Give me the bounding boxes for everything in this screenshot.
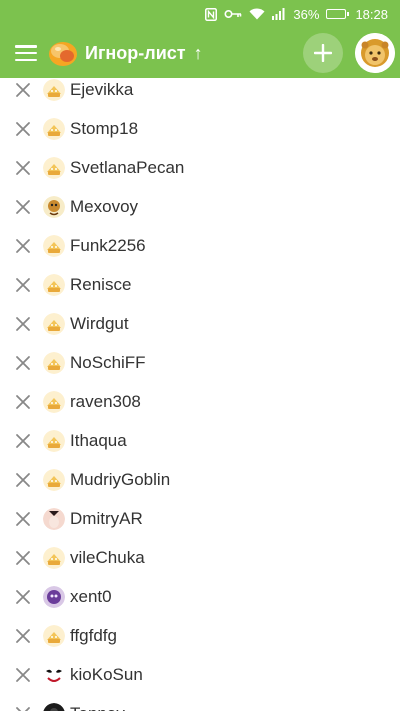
username[interactable]: Wirdgut [70,314,129,334]
list-item-ffgfdfg: ffgfdfg [0,616,400,655]
list-item-ithaqua: Ithaqua [0,421,400,460]
avatar[interactable] [43,312,65,335]
list-item-noschiff: NoSchiFF [0,343,400,382]
list-item-mexovoy: Mexovoy [0,187,400,226]
nfc-icon [205,7,218,21]
close-icon[interactable] [12,508,34,530]
username[interactable]: Ejevikka [70,80,133,100]
plus-icon [314,44,332,62]
username[interactable]: raven308 [70,392,141,412]
battery-percent: 36% [293,6,320,22]
username[interactable]: vileChuka [70,548,145,568]
avatar[interactable] [43,429,65,452]
close-icon[interactable] [12,703,34,711]
close-icon[interactable] [12,547,34,569]
avatar[interactable] [43,546,65,569]
battery-icon [326,9,350,19]
username[interactable]: ffgfdfg [70,626,117,646]
avatar[interactable] [43,468,65,491]
close-icon[interactable] [12,664,34,686]
list-item-svetlanapecan: SvetlanaPecan [0,148,400,187]
avatar[interactable] [43,390,65,413]
username[interactable]: Stomp18 [70,119,138,139]
username[interactable]: kioKoSun [70,665,143,685]
list-item-kiokosun: kioKoSun [0,655,400,694]
close-icon[interactable] [12,430,34,452]
avatar[interactable] [43,273,65,296]
close-icon[interactable] [12,157,34,179]
username[interactable]: Funk2256 [70,236,146,256]
avatar[interactable] [43,234,65,257]
key-icon [224,9,242,19]
app-bar: Игнор-лист ↑ [0,28,400,78]
username[interactable]: Renisce [70,275,131,295]
add-button[interactable] [303,33,343,73]
close-icon[interactable] [12,196,34,218]
list-item-renisce: Renisce [0,265,400,304]
username[interactable]: DmitryAR [70,509,143,529]
username[interactable]: Tonnay [70,704,125,711]
hamburger-menu-icon[interactable] [15,45,37,61]
list-item-vilechuka: vileChuka [0,538,400,577]
list-item-raven308: raven308 [0,382,400,421]
avatar[interactable] [43,78,65,101]
avatar[interactable] [43,663,65,686]
avatar[interactable] [43,624,65,647]
close-icon[interactable] [12,469,34,491]
close-icon[interactable] [12,118,34,140]
avatar[interactable] [43,702,65,711]
page-title: Игнор-лист [85,42,186,63]
close-icon[interactable] [12,391,34,413]
close-icon[interactable] [12,625,34,647]
status-bar: 36% 18:28 [0,0,400,28]
ignore-list[interactable]: Ejevikka Stomp18 SvetlanaPecan Mexovoy F… [0,78,400,711]
arrow-up-icon[interactable]: ↑ [194,43,203,64]
list-item-stomp18: Stomp18 [0,109,400,148]
list-item-ejevikka: Ejevikka [0,78,400,109]
list-item-funk2256: Funk2256 [0,226,400,265]
list-item-xent0: xent0 [0,577,400,616]
avatar[interactable] [43,585,65,608]
username[interactable]: xent0 [70,587,112,607]
username[interactable]: Mexovoy [70,197,138,217]
close-icon[interactable] [12,79,34,101]
wifi-icon [249,8,265,20]
username[interactable]: MudriyGoblin [70,470,170,490]
clock: 18:28 [355,6,388,22]
avatar[interactable] [43,195,65,218]
username[interactable]: Ithaqua [70,431,127,451]
close-icon[interactable] [12,235,34,257]
avatar[interactable] [43,156,65,179]
close-icon[interactable] [12,313,34,335]
profile-avatar[interactable] [355,33,395,73]
close-icon[interactable] [12,586,34,608]
avatar[interactable] [43,351,65,374]
list-item-tonnay: Tonnay [0,694,400,711]
close-icon[interactable] [12,274,34,296]
avatar[interactable] [43,507,65,530]
signal-icon [272,8,286,20]
username[interactable]: SvetlanaPecan [70,158,184,178]
list-item-mudriygoblin: MudriyGoblin [0,460,400,499]
close-icon[interactable] [12,352,34,374]
list-item-wirdgut: Wirdgut [0,304,400,343]
list-item-dmitryar: DmitryAR [0,499,400,538]
app-logo-icon [47,37,79,69]
avatar[interactable] [43,117,65,140]
username[interactable]: NoSchiFF [70,353,146,373]
